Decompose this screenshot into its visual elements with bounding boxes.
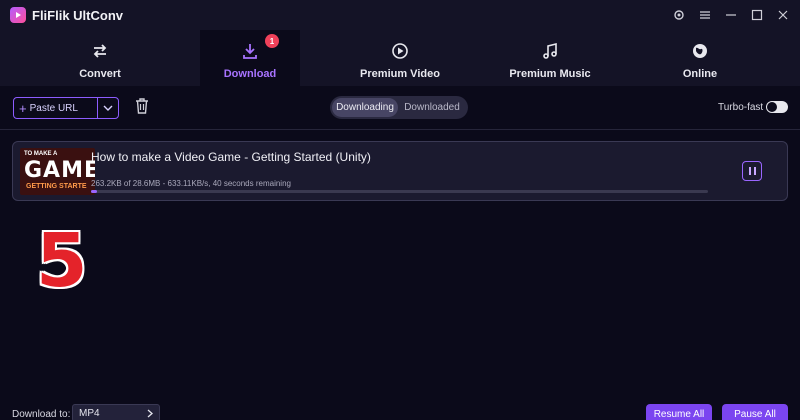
pause-all-button[interactable]: Pause All xyxy=(722,404,788,420)
download-status: 263.2KB of 28.6MB - 633.11KB/s, 40 secon… xyxy=(91,179,291,188)
thumbnail-caption: TO MAKE A xyxy=(24,151,58,157)
title-bar: FliFlik UltConv xyxy=(0,0,800,30)
turbo-fast-toggle[interactable] xyxy=(766,101,788,113)
download-progress-bar xyxy=(91,190,708,193)
download-count-badge: 1 xyxy=(265,34,279,48)
plus-icon: + xyxy=(19,100,27,116)
download-to-label: Download to: xyxy=(12,409,71,420)
settings-gear-icon[interactable] xyxy=(670,6,688,24)
convert-arrows-icon xyxy=(89,40,111,62)
resume-all-button[interactable]: Resume All xyxy=(646,404,712,420)
tab-label: Premium Music xyxy=(509,68,591,80)
download-progress-fill xyxy=(91,190,97,193)
music-note-icon xyxy=(539,40,561,62)
pause-icon xyxy=(753,167,756,175)
trash-icon[interactable] xyxy=(134,97,152,117)
tab-download[interactable]: Download 1 xyxy=(200,30,300,86)
chevron-right-icon xyxy=(147,409,153,417)
toggle-knob xyxy=(767,102,777,112)
app-logo-icon xyxy=(10,7,26,23)
turbo-fast-label: Turbo-fast xyxy=(718,102,764,113)
download-icon xyxy=(239,40,261,62)
tab-online[interactable]: Online xyxy=(600,30,800,86)
output-format-select[interactable]: MP4 xyxy=(72,404,160,420)
play-circle-icon xyxy=(389,40,411,62)
download-title: How to make a Video Game - Getting Start… xyxy=(91,150,371,164)
tab-convert[interactable]: Convert xyxy=(0,30,200,86)
chevron-down-icon xyxy=(103,105,113,111)
tab-label: Premium Video xyxy=(360,68,440,80)
globe-icon xyxy=(689,40,711,62)
segment-downloading[interactable]: Downloading xyxy=(332,98,398,117)
paste-url-dropdown[interactable] xyxy=(98,98,118,118)
maximize-icon[interactable] xyxy=(748,6,766,24)
paste-url-label: Paste URL xyxy=(29,102,78,114)
tab-label: Online xyxy=(682,68,718,80)
download-status-switch: Downloading Downloaded xyxy=(330,96,468,119)
pause-download-button[interactable] xyxy=(742,161,762,181)
thumbnail-caption: GETTING STARTE xyxy=(26,183,87,190)
close-icon[interactable] xyxy=(774,6,792,24)
menu-icon[interactable] xyxy=(696,6,714,24)
overlay-number: 5 xyxy=(36,218,88,304)
window-controls xyxy=(670,6,792,24)
paste-url-control: + Paste URL xyxy=(13,97,119,119)
output-format-value: MP4 xyxy=(79,407,100,419)
thumbnail-caption: GAME xyxy=(24,158,95,183)
tab-label: Download xyxy=(223,68,277,80)
video-thumbnail: TO MAKE A GAME GETTING STARTE xyxy=(20,148,95,195)
segment-downloaded[interactable]: Downloaded xyxy=(398,98,466,117)
app-title: FliFlik UltConv xyxy=(32,8,123,23)
tab-label: Convert xyxy=(79,68,121,80)
main-nav: Convert Download 1 Premium Video Premium… xyxy=(0,30,800,86)
download-item: TO MAKE A GAME GETTING STARTE How to mak… xyxy=(12,141,788,201)
minimize-icon[interactable] xyxy=(722,6,740,24)
paste-url-button[interactable]: + Paste URL xyxy=(14,98,98,118)
pause-icon xyxy=(748,167,751,175)
